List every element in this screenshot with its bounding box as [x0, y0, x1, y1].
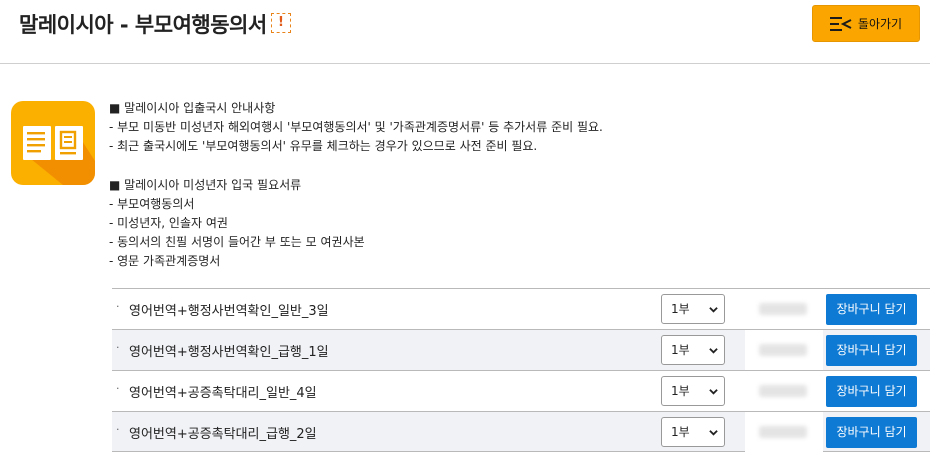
info-line: - 부모 미동반 미성년자 해외여행시 '부모여행동의서' 및 '가족관계증명서… — [109, 120, 603, 134]
quantity-select[interactable]: 1부 — [661, 417, 725, 447]
bullet: · — [116, 423, 120, 436]
quantity-select[interactable]: 1부 — [661, 335, 725, 365]
page-title: 말레이시아 - 부모여행동의서 — [19, 13, 267, 37]
option-row: · 영어번역+행정사번역확인_일반_3일 1부 장바구니 담기 — [112, 288, 930, 329]
info-section1-title: ■ 말레이시아 입출국시 안내사항 — [109, 101, 276, 115]
info-line: - 미성년자, 인솔자 여권 — [109, 216, 228, 230]
chevron-down-icon — [709, 430, 718, 436]
price-redacted — [745, 371, 823, 411]
chevron-down-icon — [709, 389, 718, 395]
info-line: - 부모여행동의서 — [109, 197, 195, 211]
info-section2-title: ■ 말레이시아 미성년자 입국 필요서류 — [109, 178, 302, 192]
quantity-value: 1부 — [671, 302, 690, 316]
add-to-cart-button[interactable]: 장바구니 담기 — [826, 335, 917, 366]
alert-icon-glyph: ! — [278, 15, 284, 30]
option-name: 영어번역+공증촉탁대리_급행_2일 — [129, 427, 317, 442]
quantity-select[interactable]: 1부 — [661, 376, 725, 406]
back-button-label: 돌아가기 — [857, 17, 903, 31]
price-redacted — [745, 330, 823, 370]
alert-icon[interactable]: ! — [271, 13, 291, 33]
info-text: ■ 말레이시아 입출국시 안내사항 - 부모 미동반 미성년자 해외여행시 '부… — [109, 99, 603, 271]
chevron-down-icon — [709, 348, 718, 354]
add-to-cart-button[interactable]: 장바구니 담기 — [826, 417, 917, 448]
info-line: - 최근 출국시에도 '부모여행동의서' 유무를 체크하는 경우가 있으므로 사… — [109, 139, 538, 153]
bullet: · — [116, 382, 120, 395]
option-name: 영어번역+행정사번역확인_일반_3일 — [129, 304, 329, 319]
page-header: 말레이시아 - 부모여행동의서 ! 돌아가기 — [0, 0, 930, 64]
option-row: · 영어번역+공증촉탁대리_일반_4일 1부 장바구니 담기 — [112, 370, 930, 411]
quantity-select[interactable]: 1부 — [661, 294, 725, 324]
quantity-value: 1부 — [671, 384, 690, 398]
option-name: 영어번역+행정사번역확인_급행_1일 — [129, 345, 329, 360]
info-line: - 동의서의 친필 서명이 들어간 부 또는 모 여권사본 — [109, 235, 365, 249]
price-redacted — [745, 289, 823, 329]
option-name: 영어번역+공증촉탁대리_일반_4일 — [129, 386, 317, 401]
option-list: · 영어번역+행정사번역확인_일반_3일 1부 장바구니 담기 · 영어번역+행… — [112, 288, 930, 452]
document-book-icon — [11, 101, 95, 185]
bullet: · — [116, 300, 120, 313]
option-row: · 영어번역+공증촉탁대리_급행_2일 1부 장바구니 담기 — [112, 411, 930, 452]
add-to-cart-button[interactable]: 장바구니 담기 — [826, 376, 917, 407]
quantity-value: 1부 — [671, 425, 690, 439]
list-back-icon — [829, 16, 852, 31]
quantity-value: 1부 — [671, 343, 690, 357]
back-button[interactable]: 돌아가기 — [812, 5, 920, 42]
add-to-cart-button[interactable]: 장바구니 담기 — [826, 294, 917, 325]
price-redacted — [745, 412, 823, 452]
chevron-down-icon — [709, 307, 718, 313]
option-row: · 영어번역+행정사번역확인_급행_1일 1부 장바구니 담기 — [112, 329, 930, 370]
info-line: - 영문 가족관계증명서 — [109, 254, 221, 268]
bullet: · — [116, 341, 120, 354]
